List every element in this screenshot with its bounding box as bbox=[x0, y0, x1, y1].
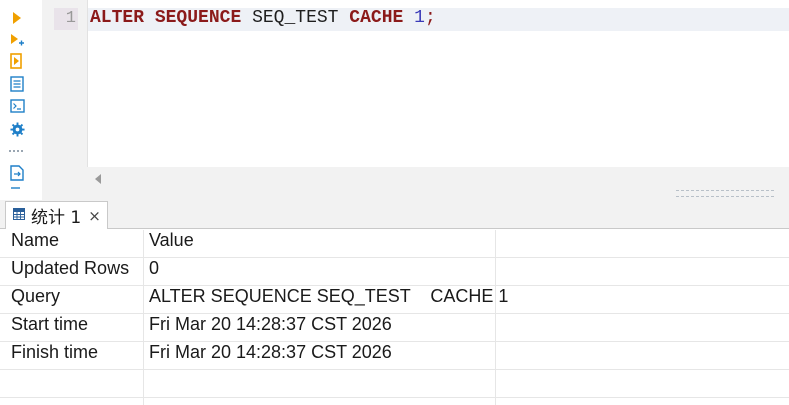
line-number: 1 bbox=[54, 8, 78, 30]
result-tab-bar: 统计 1 × bbox=[0, 200, 789, 229]
tab-label: 统计 1 bbox=[31, 208, 82, 228]
editor-toolbar bbox=[0, 0, 34, 200]
run-current-icon[interactable] bbox=[8, 31, 26, 49]
keyword-sequence: SEQUENCE bbox=[154, 8, 242, 28]
explain-icon[interactable] bbox=[8, 52, 26, 70]
column-header-value[interactable]: Value bbox=[149, 230, 494, 258]
number-literal: 1 bbox=[414, 8, 425, 28]
scroll-left-icon[interactable] bbox=[92, 172, 106, 186]
keyword-alter: ALTER bbox=[90, 8, 145, 28]
run-icon[interactable] bbox=[8, 9, 26, 27]
row-value-cell[interactable]: 0 bbox=[149, 258, 494, 286]
sql-editor[interactable]: 1 ALTER SEQUENCE SEQ_TEST CACHE 1; bbox=[42, 0, 789, 167]
export-icon[interactable] bbox=[8, 164, 26, 182]
row-value-cell[interactable]: Fri Mar 20 14:28:37 CST 2026 bbox=[149, 342, 494, 370]
row-name-cell[interactable]: Finish time bbox=[11, 342, 141, 370]
sequence-identifier: SEQ_TEST bbox=[252, 8, 339, 28]
row-value-cell[interactable]: Fri Mar 20 14:28:37 CST 2026 bbox=[149, 314, 494, 342]
table-row[interactable]: Query ALTER SEQUENCE SEQ_TEST CACHE 1 bbox=[0, 286, 789, 314]
results-grid[interactable]: Name Value Updated Rows 0 Query ALTER SE… bbox=[0, 230, 789, 405]
row-value-cell[interactable]: ALTER SEQUENCE SEQ_TEST CACHE 1 bbox=[149, 286, 508, 314]
column-header-name[interactable]: Name bbox=[11, 230, 141, 258]
tab-statistics[interactable]: 统计 1 × bbox=[5, 201, 108, 229]
line-number-gutter: 1 bbox=[42, 0, 88, 167]
settings-icon[interactable] bbox=[8, 120, 26, 138]
close-icon[interactable]: × bbox=[88, 207, 101, 225]
code-area[interactable]: ALTER SEQUENCE SEQ_TEST CACHE 1; bbox=[88, 0, 789, 167]
table-row[interactable]: Updated Rows 0 bbox=[0, 258, 789, 286]
code-line[interactable]: ALTER SEQUENCE SEQ_TEST CACHE 1; bbox=[90, 8, 436, 31]
grid-icon bbox=[13, 207, 25, 225]
keyword-cache: CACHE bbox=[349, 8, 404, 28]
list-icon[interactable] bbox=[8, 75, 26, 93]
toolbar-separator bbox=[9, 150, 23, 152]
table-row[interactable]: Start time Fri Mar 20 14:28:37 CST 2026 bbox=[0, 314, 789, 342]
semicolon: ; bbox=[424, 8, 436, 28]
table-row[interactable]: Finish time Fri Mar 20 14:28:37 CST 2026 bbox=[0, 342, 789, 370]
more-toolbar-icon[interactable] bbox=[8, 186, 26, 196]
row-name-cell[interactable]: Updated Rows bbox=[11, 258, 141, 286]
header-row: Name Value bbox=[0, 230, 789, 258]
row-name-cell[interactable]: Start time bbox=[11, 314, 141, 342]
row-name-cell[interactable]: Query bbox=[11, 286, 141, 314]
console-icon[interactable] bbox=[8, 97, 26, 115]
empty-row bbox=[0, 370, 789, 398]
